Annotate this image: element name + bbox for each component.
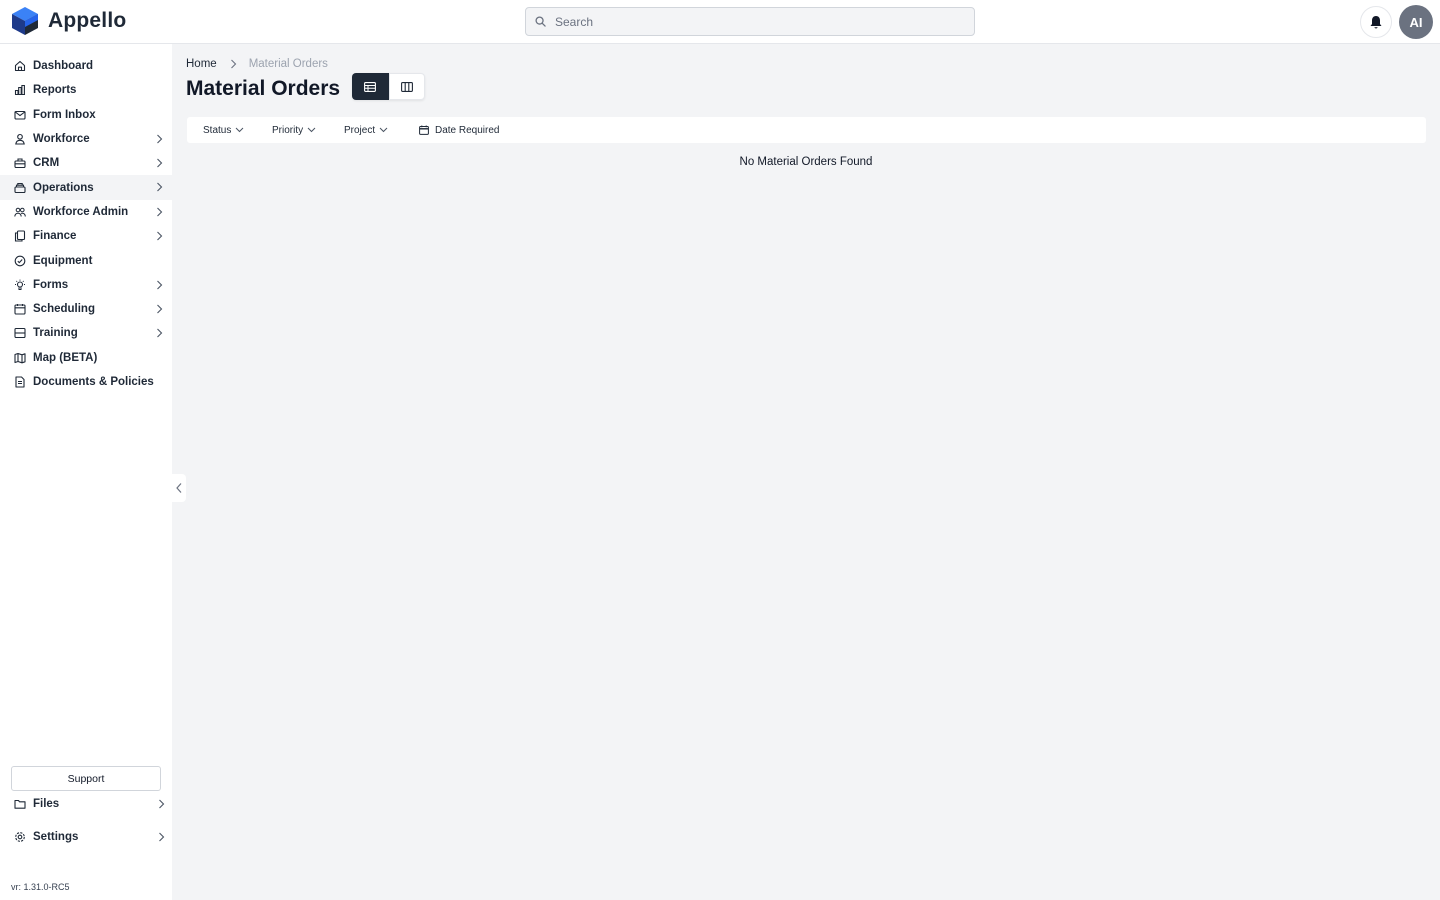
- sidebar-item-settings[interactable]: Settings: [0, 825, 172, 849]
- document-icon: [14, 376, 26, 388]
- sidebar-item-workforce-admin[interactable]: Workforce Admin: [0, 200, 172, 224]
- sidebar-item-documents-policies[interactable]: Documents & Policies: [0, 370, 172, 394]
- sidebar-item-form-inbox[interactable]: Form Inbox: [0, 103, 172, 127]
- priority-filter[interactable]: Priority: [272, 117, 316, 143]
- chevron-left-icon: [176, 483, 182, 493]
- view-toggle: [352, 73, 425, 100]
- date-required-filter[interactable]: Date Required: [419, 117, 499, 143]
- sidebar-item-finance[interactable]: Finance: [0, 224, 172, 248]
- sidebar-item-workforce[interactable]: Workforce: [0, 127, 172, 151]
- chevron-down-icon: [307, 127, 316, 133]
- sidebar-item-label: Workforce: [33, 133, 90, 146]
- search-icon: [535, 16, 546, 27]
- search-input[interactable]: [555, 14, 955, 29]
- folder-icon: [14, 798, 26, 810]
- sidebar-item-label: Training: [33, 327, 78, 340]
- sidebar-item-files[interactable]: Files: [0, 792, 172, 816]
- sidebar-item-label: Dashboard: [33, 60, 94, 73]
- search-bar[interactable]: [525, 7, 975, 36]
- project-filter-label: Project: [344, 124, 376, 136]
- chevron-down-icon: [379, 127, 388, 133]
- chevron-right-icon: [157, 280, 163, 290]
- breadcrumb: Home Material Orders: [186, 58, 328, 70]
- chevron-right-icon: [230, 59, 237, 69]
- app-version: vr: 1.31.0-RC5: [11, 882, 70, 892]
- sidebar-item-crm[interactable]: CRM: [0, 151, 172, 175]
- status-filter[interactable]: Status: [203, 117, 244, 143]
- sidebar-item-dashboard[interactable]: Dashboard: [0, 54, 172, 78]
- user-avatar[interactable]: AI: [1399, 5, 1433, 39]
- chevron-down-icon: [236, 127, 244, 133]
- support-button[interactable]: Support: [11, 766, 161, 791]
- sidebar-item-label: Form Inbox: [33, 108, 96, 121]
- chart-icon: [14, 84, 26, 96]
- sidebar-item-label: Workforce Admin: [33, 205, 129, 218]
- top-bar: Appello AI: [0, 0, 1440, 44]
- sidebar-item-label: CRM: [33, 157, 60, 170]
- chevron-right-icon: [157, 231, 163, 241]
- chevron-right-icon: [157, 183, 163, 192]
- sidebar-item-label: Map (BETA): [33, 351, 98, 364]
- server-icon: [14, 327, 26, 339]
- breadcrumb-home-link[interactable]: Home: [186, 58, 217, 70]
- sidebar-item-label: Equipment: [33, 254, 93, 267]
- date-required-filter-label: Date Required: [435, 124, 500, 136]
- map-icon: [14, 352, 26, 364]
- chevron-right-icon: [157, 207, 163, 217]
- sidebar-item-label: Files: [33, 798, 60, 810]
- sidebar: Dashboard Reports Form Inbox Workforce C…: [0, 44, 172, 900]
- sidebar-item-label: Forms: [33, 278, 69, 291]
- empty-state-message: No Material Orders Found: [739, 156, 873, 168]
- sidebar-item-label: Reports: [33, 84, 77, 97]
- status-filter-label: Status: [203, 124, 232, 136]
- filter-bar: Status Priority Project Date Required: [187, 117, 1426, 143]
- mail-icon: [14, 109, 26, 121]
- breadcrumb-current: Material Orders: [248, 58, 328, 70]
- sidebar-item-reports[interactable]: Reports: [0, 78, 172, 102]
- users-icon: [14, 206, 26, 218]
- sidebar-item-forms[interactable]: Forms: [0, 273, 172, 297]
- table-view-button[interactable]: [352, 73, 389, 100]
- sidebar-item-scheduling[interactable]: Scheduling: [0, 297, 172, 321]
- appello-logo-icon: [12, 7, 38, 35]
- documents-icon: [14, 230, 26, 242]
- calendar-icon: [419, 125, 429, 135]
- sidebar-item-map[interactable]: Map (BETA): [0, 346, 172, 370]
- project-filter[interactable]: Project: [344, 117, 388, 143]
- sidebar-item-operations[interactable]: Operations: [0, 175, 172, 200]
- home-icon: [14, 60, 26, 72]
- check-circle-icon: [14, 255, 26, 267]
- chevron-right-icon: [157, 158, 163, 168]
- chevron-right-icon: [157, 304, 163, 314]
- page-title: Material Orders: [186, 77, 341, 100]
- chevron-right-icon: [157, 328, 163, 338]
- columns-icon: [400, 81, 413, 92]
- sidebar-item-label: Settings: [33, 831, 79, 843]
- user-icon: [14, 133, 26, 145]
- chevron-right-icon: [159, 832, 165, 842]
- sidebar-item-equipment[interactable]: Equipment: [0, 248, 172, 272]
- app-name: Appello: [48, 9, 127, 32]
- sidebar-item-training[interactable]: Training: [0, 321, 172, 345]
- table-icon: [364, 81, 377, 92]
- sidebar-item-label: Finance: [33, 230, 77, 243]
- sidebar-nav: Dashboard Reports Form Inbox Workforce C…: [0, 54, 172, 394]
- notifications-button[interactable]: [1360, 6, 1392, 38]
- chevron-right-icon: [159, 799, 165, 809]
- app-logo[interactable]: Appello: [10, 6, 126, 36]
- bell-icon: [1370, 15, 1382, 29]
- lightbulb-icon: [14, 279, 26, 291]
- briefcase-icon: [14, 157, 26, 169]
- sidebar-item-label: Operations: [33, 181, 94, 194]
- calendar-icon: [14, 303, 26, 315]
- sidebar-item-label: Scheduling: [33, 303, 95, 316]
- sidebar-collapse-button[interactable]: [172, 474, 186, 502]
- board-view-button[interactable]: [388, 73, 425, 100]
- gear-icon: [14, 831, 26, 843]
- sidebar-item-label: Documents & Policies: [33, 376, 154, 388]
- stack-icon: [14, 182, 26, 194]
- priority-filter-label: Priority: [272, 124, 304, 136]
- chevron-right-icon: [157, 134, 163, 144]
